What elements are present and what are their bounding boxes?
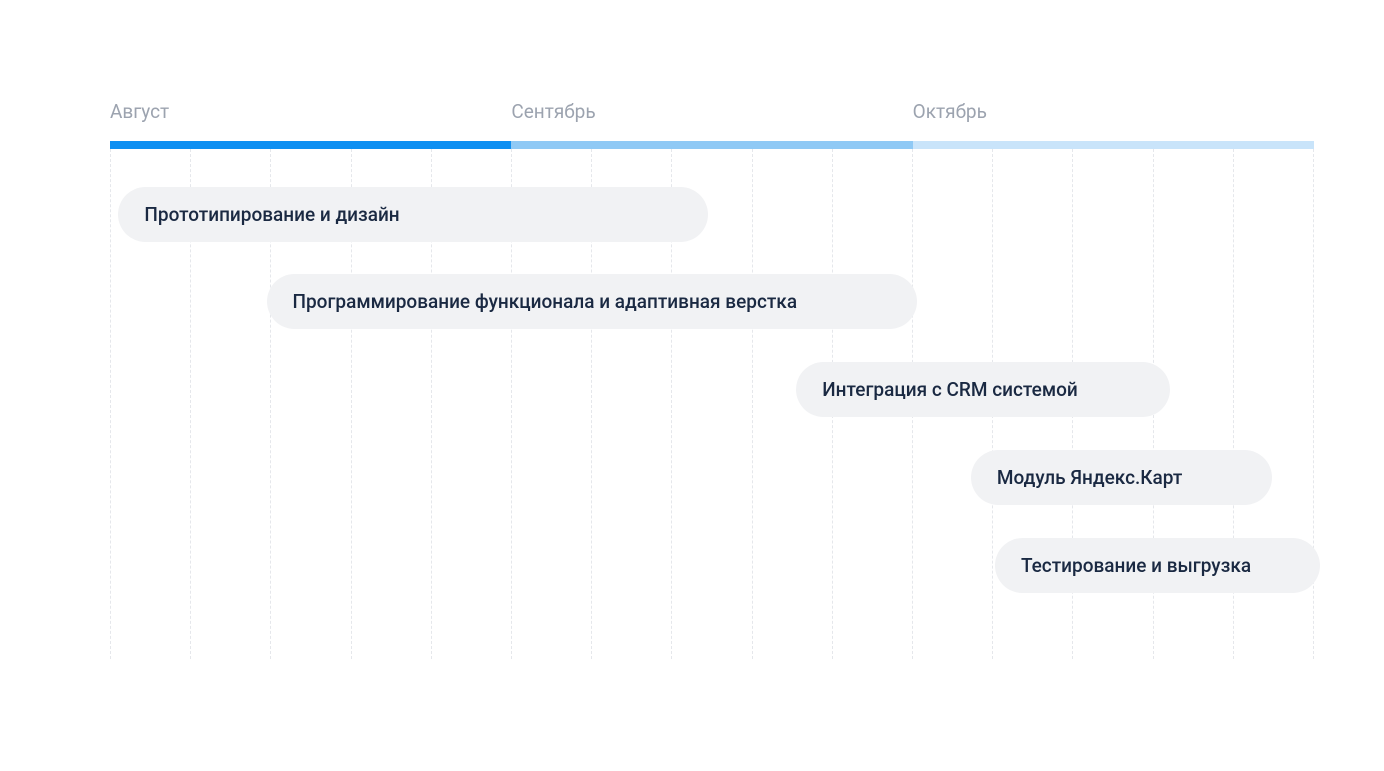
gantt-body: Прототипирование и дизайн Программировани… xyxy=(110,149,1314,659)
timeline-header: Август Сентябрь Октябрь xyxy=(110,100,1314,123)
timeline-segment-oct xyxy=(913,141,1314,149)
gantt-chart: Август Сентябрь Октябрь Прототипирование… xyxy=(20,20,1384,751)
task-bar: Тестирование и выгрузка xyxy=(995,538,1320,593)
task-bar: Модуль Яндекс.Карт xyxy=(971,450,1272,505)
task-bar: Интеграция с CRM системой xyxy=(796,362,1169,417)
timeline-segment-aug xyxy=(110,141,511,149)
month-label: Август xyxy=(110,100,511,123)
month-label: Сентябрь xyxy=(511,100,912,123)
month-label: Октябрь xyxy=(913,100,1314,123)
timeline-segment-sep xyxy=(511,141,912,149)
task-bar: Прототипирование и дизайн xyxy=(118,187,708,242)
task-bar: Программирование функционала и адаптивна… xyxy=(267,274,917,329)
timeline-bar xyxy=(110,141,1314,149)
task-bars: Прототипирование и дизайн Программировани… xyxy=(110,149,1314,659)
